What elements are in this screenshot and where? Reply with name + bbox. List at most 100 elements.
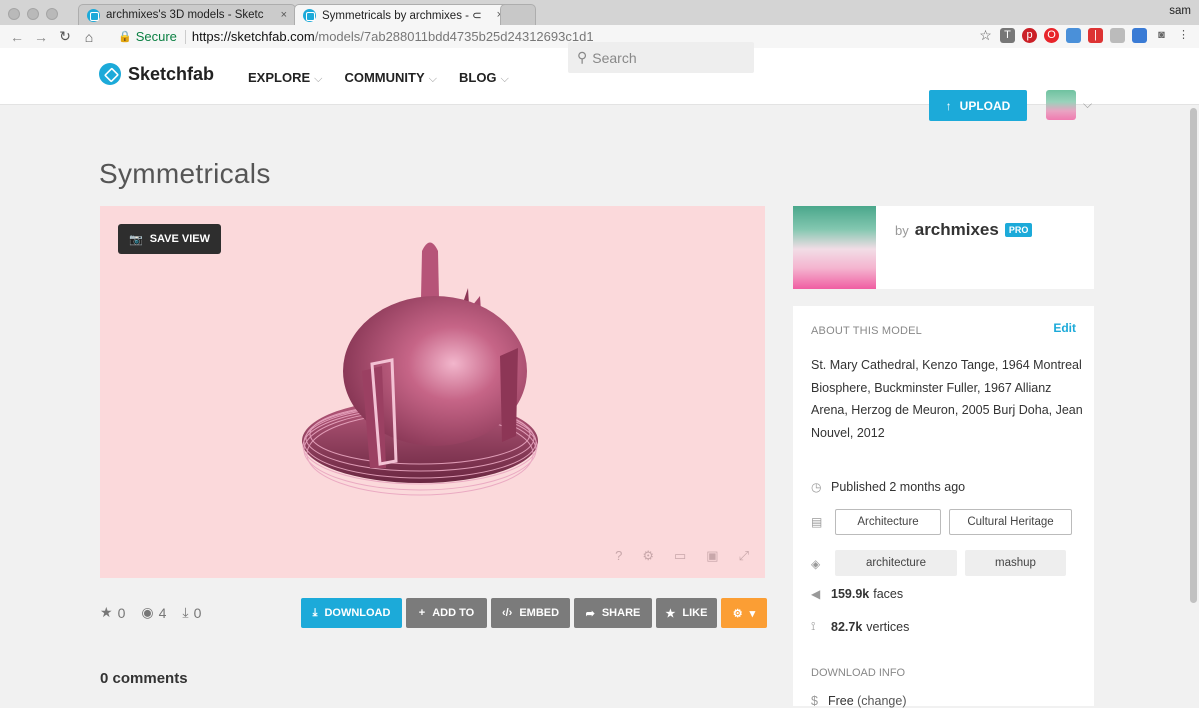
- tag-list: architecture mashup: [835, 550, 1066, 576]
- published-row: ◷ Published 2 months ago: [811, 480, 965, 494]
- faces-unit: faces: [873, 587, 904, 601]
- nav-explore[interactable]: EXPLORE ⌵: [248, 70, 322, 86]
- gear-icon: ⚙: [732, 607, 743, 620]
- forward-arrow-icon[interactable]: →: [34, 29, 48, 45]
- model-viewer[interactable]: 📷 SAVE VIEW ? ⚙ ▭ ▣ ⤢: [100, 206, 765, 578]
- browser-user[interactable]: sam: [1169, 5, 1191, 17]
- views-count: 4: [158, 604, 167, 621]
- edit-link[interactable]: Edit: [1053, 321, 1076, 335]
- about-panel: ABOUT THIS MODEL Edit St. Mary Cathedral…: [793, 306, 1094, 708]
- nav-explore-label: EXPLORE: [248, 70, 311, 85]
- nav-blog[interactable]: BLOG ⌵: [459, 70, 509, 86]
- like-button[interactable]: ★ LIKE: [656, 598, 717, 628]
- author-card: by archmixes PRO: [793, 206, 1094, 289]
- embed-view-icon[interactable]: ▣: [706, 548, 718, 564]
- extensions-bar: ☆ T p O | ◙ ⋮: [978, 28, 1191, 43]
- nav-community[interactable]: COMMUNITY ⌵: [344, 70, 437, 86]
- browser-menu-icon[interactable]: ⋮: [1176, 28, 1191, 43]
- tab-close-icon[interactable]: ×: [281, 9, 287, 21]
- tag-architecture[interactable]: architecture: [835, 550, 957, 576]
- nav-blog-label: BLOG: [458, 70, 497, 85]
- download-button[interactable]: ⤓ DOWNLOAD: [301, 598, 402, 628]
- fullscreen-icon[interactable]: ⤢: [739, 548, 749, 564]
- embed-label: EMBED: [519, 607, 560, 619]
- model-render: [302, 242, 538, 496]
- category-list: Architecture Cultural Heritage: [835, 509, 1072, 535]
- home-icon[interactable]: ⌂: [82, 29, 96, 45]
- vertices-value: 82.7k: [831, 619, 863, 634]
- share-button[interactable]: ➦ SHARE: [574, 598, 652, 628]
- minimize-window-button[interactable]: [27, 8, 39, 20]
- model-description: St. Mary Cathedral, Kenzo Tange, 1964 Mo…: [811, 358, 1083, 440]
- code-icon: ‹/›: [501, 607, 513, 619]
- user-avatar[interactable]: [1046, 90, 1076, 120]
- model-thumbnail[interactable]: [793, 206, 876, 289]
- maximize-window-button[interactable]: [46, 8, 58, 20]
- url-path: /models/7ab288011bdd4735b25d24312693c1d1: [314, 29, 594, 44]
- help-icon[interactable]: ?: [615, 548, 622, 564]
- main-nav: EXPLORE ⌵ COMMUNITY ⌵ BLOG ⌵: [248, 70, 509, 86]
- views-stat: ◉ 4: [141, 604, 166, 621]
- bookmark-star-icon[interactable]: ☆: [978, 28, 993, 43]
- search-input[interactable]: ⚲ Search: [568, 42, 754, 73]
- url-divider: [184, 29, 186, 44]
- logo-text: Sketchfab: [128, 63, 215, 84]
- back-arrow-icon[interactable]: ←: [10, 29, 24, 45]
- published-text: Published 2 months ago: [831, 480, 966, 494]
- url-field[interactable]: 🔒 Secure https://sketchfab.com/models/7a…: [118, 27, 928, 46]
- triangle-icon: ◀: [811, 587, 821, 601]
- drive-icon[interactable]: [1110, 28, 1125, 43]
- star-icon: ★: [100, 604, 113, 620]
- upload-button[interactable]: ↑ UPLOAD: [929, 90, 1027, 121]
- tab-archmixes-models[interactable]: archmixes's 3D models - Sketc ×: [78, 4, 296, 25]
- chevron-down-icon: ▾: [749, 607, 756, 620]
- new-tab-button[interactable]: [500, 4, 536, 25]
- category-icon: ▤: [811, 515, 823, 529]
- vr-icon[interactable]: ▭: [674, 548, 686, 564]
- tag-mashup[interactable]: mashup: [965, 550, 1066, 576]
- model-actions: ⤓ DOWNLOAD + ADD TO ‹/› EMBED ➦ SHARE ★ LIKE …: [301, 598, 767, 628]
- star-icon: ★: [665, 607, 676, 620]
- settings-icon[interactable]: ⚙: [642, 548, 654, 564]
- close-window-button[interactable]: [8, 8, 20, 20]
- comments-count: 0 comments: [100, 670, 188, 687]
- viewer-controls: ? ⚙ ▭ ▣ ⤢: [615, 548, 749, 564]
- chevron-down-icon: ⌵: [500, 73, 509, 85]
- sketchfab-logo[interactable]: Sketchfab: [99, 63, 214, 85]
- author-name[interactable]: archmixes: [915, 220, 999, 240]
- camera-extension-icon[interactable]: ◙: [1154, 28, 1169, 43]
- extension-text-icon[interactable]: T: [1000, 28, 1015, 43]
- add-to-button[interactable]: + ADD TO: [406, 598, 487, 628]
- photo-extension-icon[interactable]: [1132, 28, 1147, 43]
- plus-icon: +: [418, 607, 426, 619]
- clock-icon: ◷: [811, 480, 822, 494]
- upload-label: UPLOAD: [959, 98, 1011, 113]
- eye-icon: ◉: [141, 604, 154, 620]
- options-button[interactable]: ⚙ ▾: [721, 598, 767, 628]
- chevron-down-icon: ⌵: [314, 73, 323, 85]
- download-info-heading: DOWNLOAD INFO: [811, 667, 906, 679]
- add-to-label: ADD TO: [432, 607, 475, 619]
- category-cultural-heritage[interactable]: Cultural Heritage: [949, 509, 1072, 535]
- embed-button[interactable]: ‹/› EMBED: [491, 598, 570, 628]
- about-heading: ABOUT THIS MODEL: [811, 325, 922, 337]
- docs-icon[interactable]: [1066, 28, 1081, 43]
- search-icon: ⚲: [577, 49, 588, 65]
- tab-symmetricals[interactable]: Symmetricals by archmixes - ⊂ ×: [294, 4, 512, 25]
- chevron-down-icon[interactable]: ⌵: [1083, 97, 1092, 112]
- likes-stat: ★ 0: [100, 604, 125, 621]
- browser-chrome: archmixes's 3D models - Sketc × Symmetri…: [0, 0, 1199, 48]
- pinterest-icon[interactable]: p: [1022, 28, 1037, 43]
- search-placeholder: Search: [592, 49, 637, 66]
- vertices-row: ⟟ 82.7k vertices: [811, 619, 909, 634]
- tag-icon: ◈: [811, 557, 821, 571]
- reload-icon[interactable]: ↻: [58, 28, 72, 45]
- category-architecture[interactable]: Architecture: [835, 509, 941, 535]
- download-icon: ⤓: [182, 604, 189, 620]
- faces-value: 159.9k: [831, 587, 870, 601]
- opera-icon[interactable]: O: [1044, 28, 1059, 43]
- page-scrollbar[interactable]: [1190, 108, 1197, 603]
- page-title: Symmetricals: [99, 158, 271, 189]
- bars-extension-icon[interactable]: |: [1088, 28, 1103, 43]
- tab-bar: archmixes's 3D models - Sketc × Symmetri…: [0, 0, 1199, 25]
